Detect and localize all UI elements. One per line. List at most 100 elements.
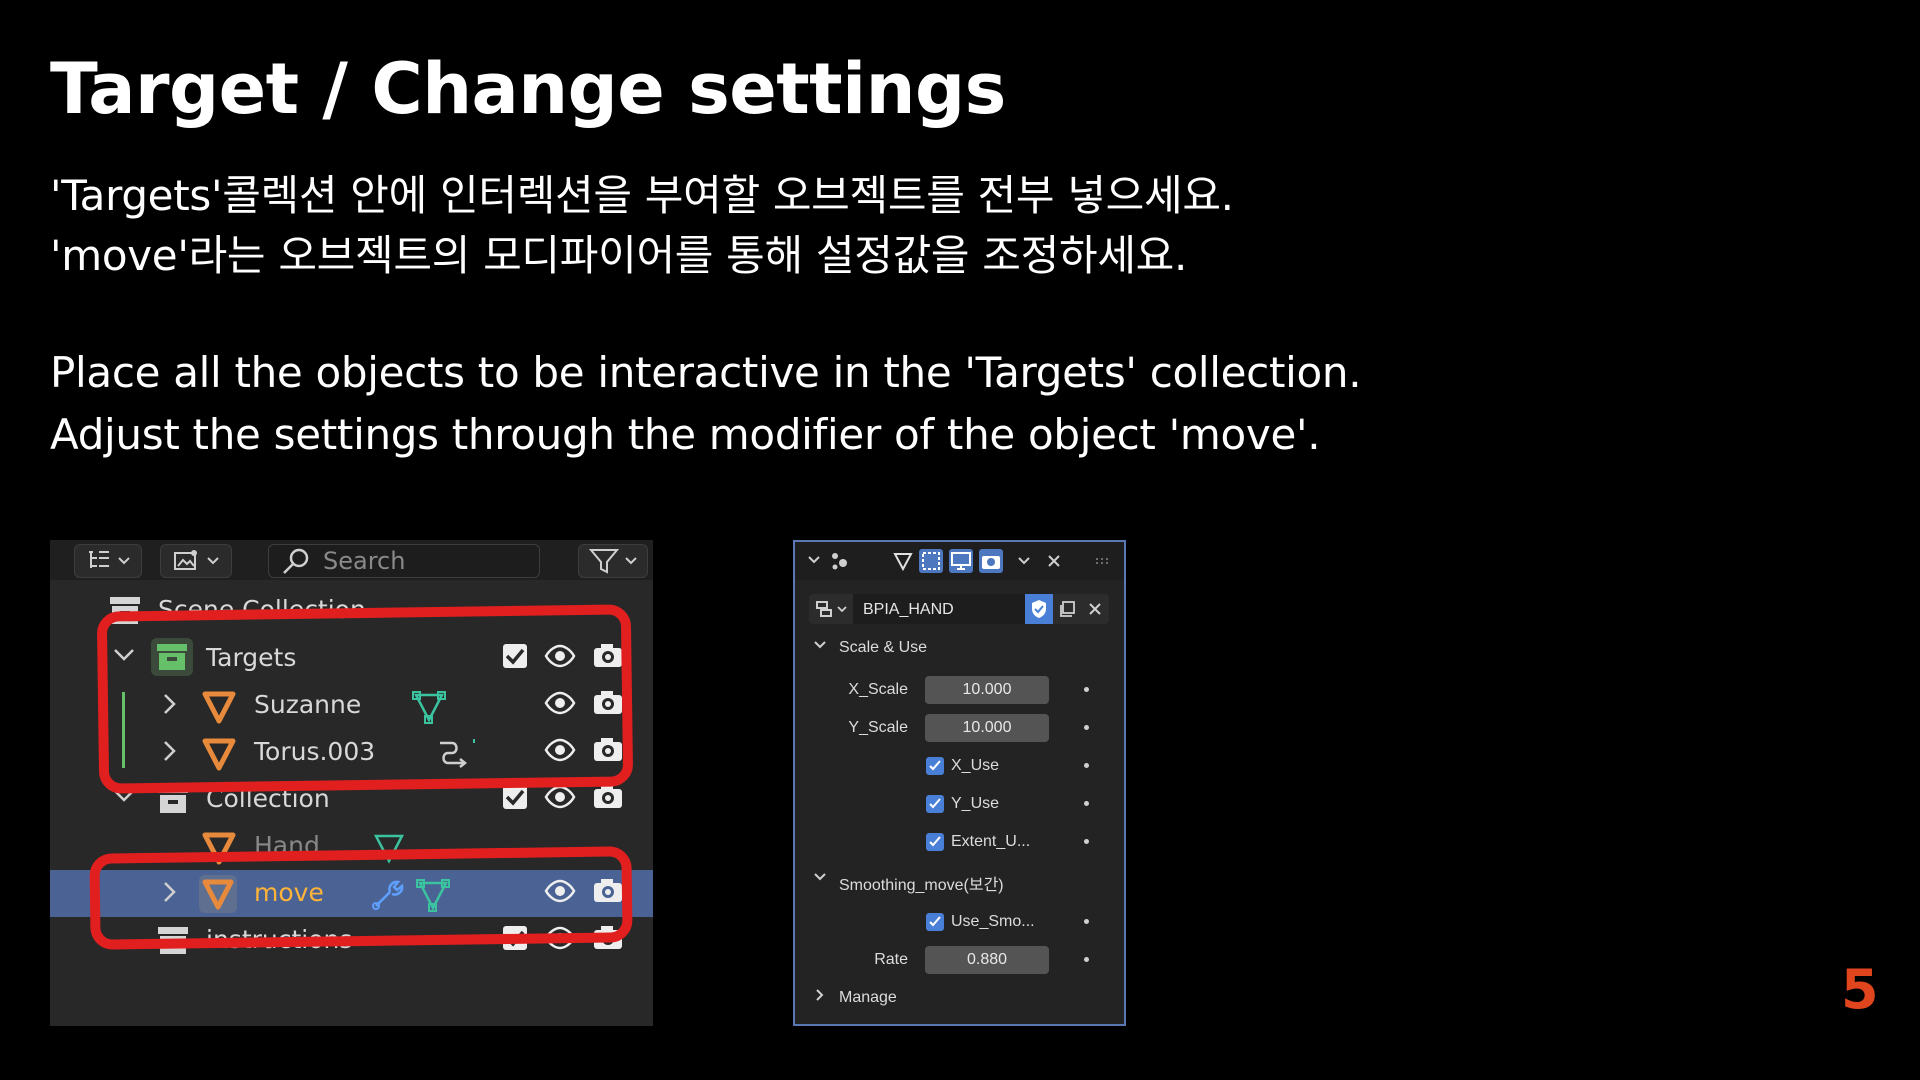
tree-row-scene-collection[interactable]: Scene Collection (50, 587, 653, 634)
keyframe-dot-icon[interactable] (1084, 687, 1089, 692)
checkbox-checked-icon (503, 785, 527, 809)
node-group-selector[interactable]: BPIA_HAND (809, 594, 1109, 624)
camera-icon (594, 926, 622, 949)
checkbox-checked-icon (503, 926, 527, 950)
use-smoothing-checkbox[interactable] (926, 913, 944, 931)
eye-icon (544, 691, 576, 715)
x-use-label: X_Use (951, 757, 1000, 774)
modifier-header-toolbar (795, 542, 1124, 580)
camera-icon (982, 556, 1000, 569)
chevron-right-icon (164, 882, 176, 902)
y-use-row: Y_Use (795, 786, 1124, 822)
render-toggle[interactable] (979, 549, 1003, 573)
extent-row: Extent_U... (795, 824, 1124, 860)
y-scale-label: Y_Scale (848, 719, 908, 736)
funnel-icon (588, 549, 620, 574)
scene-collection-icon (110, 597, 140, 624)
chevron-right-icon (164, 694, 176, 714)
collection-green-icon (151, 638, 193, 676)
chevron-down-icon[interactable] (112, 645, 136, 671)
outliner-panel: Search Scene Collection Targets Suzanne (50, 540, 653, 1026)
tree-label: Suzanne (254, 690, 362, 719)
camera-icon (594, 785, 622, 808)
camera-icon (594, 644, 622, 667)
y-scale-input[interactable]: 10.000 (925, 714, 1049, 742)
x-scale-input[interactable]: 10.000 (925, 676, 1049, 704)
mesh-edit-icon (893, 553, 913, 572)
keyframe-dot-icon[interactable] (1084, 957, 1089, 962)
instruction-en-2: Adjust the settings through the modifier… (50, 410, 1321, 459)
cage-icon (922, 552, 940, 570)
tree-label: move (254, 878, 324, 907)
keyframe-dot-icon[interactable] (1084, 839, 1089, 844)
eye-icon (544, 738, 576, 762)
display-mode-button[interactable] (74, 544, 142, 578)
node-group-name-field[interactable]: BPIA_HAND (853, 594, 1025, 624)
keyframe-dot-icon[interactable] (1084, 725, 1089, 730)
section-manage[interactable]: Manage (799, 980, 1120, 1016)
tree-row-torus[interactable]: Torus.003 (50, 729, 653, 776)
tree-row-move[interactable]: move (50, 870, 653, 917)
chevron-down-icon[interactable] (112, 786, 136, 812)
y-use-checkbox[interactable] (926, 795, 944, 813)
x-use-row: X_Use (795, 748, 1124, 784)
hierarchy-line (122, 692, 125, 768)
x-use-checkbox[interactable] (926, 757, 944, 775)
y-scale-row: Y_Scale 10.000 (795, 710, 1124, 746)
tree-row-targets[interactable]: Targets (50, 635, 653, 682)
unlink-button[interactable] (1081, 594, 1109, 624)
drag-handle-icon (1096, 558, 1108, 564)
close-icon (1048, 555, 1060, 567)
mesh-object-icon (199, 875, 237, 913)
instruction-ko-1: 'Targets'콜렉션 안에 인터렉션을 부여할 오브젝트를 전부 넣으세요. (50, 171, 1234, 220)
rate-input[interactable]: 0.880 (925, 946, 1049, 974)
chevron-down-icon (814, 873, 826, 881)
check-icon (929, 798, 941, 809)
outliner-search-input[interactable]: Search (268, 544, 540, 578)
keyframe-dot-icon[interactable] (1084, 801, 1089, 806)
outliner-list-icon (89, 551, 109, 568)
eye-icon (544, 785, 576, 809)
instruction-ko-2: 'move'라는 오브젝트의 모디파이어를 통해 설정값을 조정하세요. (50, 231, 1188, 280)
filter-scene-button[interactable] (160, 544, 232, 578)
camera-icon (594, 879, 622, 902)
camera-icon (594, 691, 622, 714)
section-smoothing[interactable]: Smoothing_move(보간) (799, 862, 1120, 898)
check-icon (929, 916, 941, 927)
section-title: Smoothing_move(보간) (839, 877, 1004, 894)
extent-checkbox[interactable] (926, 833, 944, 851)
tree-row-hand[interactable]: Hand (50, 823, 653, 870)
chevron-down-icon (814, 641, 826, 649)
mesh-object-icon (202, 832, 236, 865)
node-tree-browse-button[interactable] (809, 594, 853, 624)
mesh-data-icon (416, 879, 450, 912)
viewport-toggle[interactable] (949, 549, 973, 573)
chevron-down-icon (837, 606, 847, 613)
node-group-name: BPIA_HAND (863, 601, 954, 618)
eye-icon (544, 644, 576, 668)
use-smoothing-row: Use_Smo... (795, 904, 1124, 940)
edit-mode-toggle[interactable] (891, 549, 915, 573)
keyframe-dot-icon[interactable] (1084, 919, 1089, 924)
modifier-properties-panel: BPIA_HAND Scale & Use X_Scale 10.000 Y_S… (793, 540, 1126, 1026)
mesh-object-icon (202, 738, 236, 771)
fake-user-button[interactable] (1025, 594, 1053, 624)
check-icon (929, 836, 941, 847)
keyframe-dot-icon[interactable] (1084, 763, 1089, 768)
tree-row-instructions[interactable]: instructions (50, 917, 653, 964)
use-smoothing-label: Use_Smo... (951, 913, 1035, 930)
node-tree-icon (816, 601, 832, 617)
on-cage-toggle[interactable] (919, 549, 943, 573)
tree-row-suzanne[interactable]: Suzanne (50, 682, 653, 729)
eye-icon (544, 926, 576, 950)
tree-row-collection[interactable]: Collection (50, 776, 653, 823)
slide-title: Target / Change settings (50, 48, 1006, 130)
section-scale-use[interactable]: Scale & Use (799, 630, 1120, 666)
filter-button[interactable] (578, 544, 648, 578)
monitor-icon (951, 552, 971, 570)
chevron-down-icon (1018, 557, 1030, 565)
duplicate-button[interactable] (1053, 594, 1081, 624)
rate-label: Rate (874, 951, 908, 968)
chevron-right-icon (816, 989, 824, 1001)
tree-label: Hand (254, 831, 320, 860)
